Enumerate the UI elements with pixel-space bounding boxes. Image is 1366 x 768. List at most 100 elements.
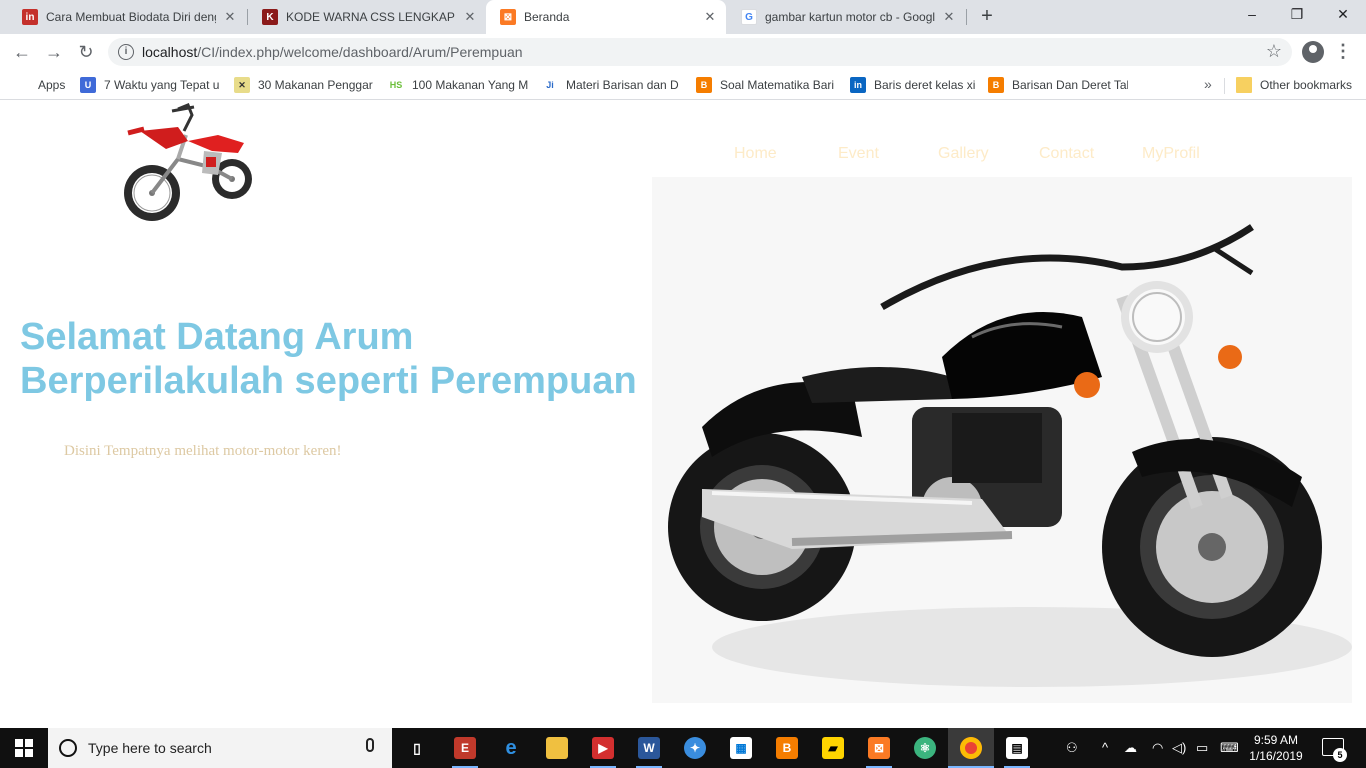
app-icon[interactable]: ✦ (682, 734, 708, 762)
apps-grid-icon (14, 78, 30, 92)
url-text[interactable]: localhost/CI/index.php/welcome/dashboard… (142, 44, 523, 60)
bookmark-label: Materi Barisan dan D (566, 78, 679, 92)
hero-line-2: Berperilakulah seperti Perempuan (20, 360, 637, 402)
tab-title: gambar kartun motor cb - Googl (765, 10, 935, 24)
forward-icon[interactable]: → (42, 40, 66, 64)
bookmark-item[interactable]: Ji Materi Barisan dan D (542, 76, 682, 94)
file-explorer-icon[interactable] (544, 734, 570, 762)
windows-logo-icon (15, 739, 33, 757)
site-icon: K (262, 9, 278, 25)
tab-title: Cara Membuat Biodata Diri deng (46, 10, 216, 24)
people-icon[interactable]: ⚇ (1066, 740, 1078, 756)
cruiser-motorcycle-image (652, 177, 1352, 703)
blogger-icon: B (696, 77, 712, 93)
blogger-icon[interactable]: B (774, 734, 800, 762)
xampp-icon[interactable]: ⊠ (866, 734, 892, 762)
dirt-bike-logo (124, 103, 252, 221)
edge-icon[interactable]: e (498, 734, 524, 762)
tab-title: Beranda (524, 10, 570, 24)
close-tab-icon[interactable]: ✕ (462, 9, 478, 25)
clock-time: 9:59 AM (1253, 733, 1299, 747)
close-window-button[interactable]: ✕ (1320, 0, 1366, 30)
more-bookmarks-icon[interactable]: » (1204, 76, 1212, 92)
nav-home[interactable]: Home (734, 145, 777, 163)
windows-start-button[interactable] (0, 728, 48, 768)
nav-event[interactable]: Event (838, 145, 879, 163)
back-icon[interactable]: ← (10, 40, 34, 64)
bookmark-item[interactable]: HS 100 Makanan Yang M (388, 76, 528, 94)
restore-button[interactable]: ❐ (1274, 0, 1320, 30)
new-tab-button[interactable]: + (976, 5, 998, 29)
chrome-icon[interactable] (958, 734, 984, 762)
profile-avatar-icon[interactable] (1302, 41, 1324, 63)
search-placeholder: Type here to search (88, 740, 212, 756)
bookmark-icon: Ji (542, 77, 558, 93)
keyboard-icon[interactable]: ⌨ (1220, 740, 1239, 756)
bookmark-item[interactable]: B Barisan Dan Deret Tal (988, 76, 1128, 94)
microphone-icon[interactable] (366, 738, 374, 752)
browser-tab[interactable]: K KODE WARNA CSS LENGKAP - Di ✕ (248, 0, 486, 34)
bookmark-label: 100 Makanan Yang M (412, 78, 528, 92)
bookmark-icon: ✕ (234, 77, 250, 93)
battery-icon[interactable]: ▭ (1196, 740, 1208, 756)
bookmark-apps[interactable]: Apps (14, 76, 74, 94)
browser-tab[interactable]: in Cara Membuat Biodata Diri deng ✕ (8, 0, 246, 34)
hero-line-1: Selamat Datang Arum (20, 316, 414, 358)
show-hidden-icons-icon[interactable]: ^ (1102, 740, 1108, 755)
taskbar-search-box[interactable]: Type here to search (48, 728, 392, 768)
bookmark-label: Baris deret kelas xi (874, 78, 976, 92)
other-bookmarks[interactable]: Other bookmarks (1236, 76, 1360, 94)
folder-icon (1236, 77, 1252, 93)
cortana-icon (59, 739, 77, 757)
bookmark-item[interactable]: U 7 Waktu yang Tepat u (80, 76, 220, 94)
bookmark-icon: HS (388, 77, 404, 93)
browser-tab-active[interactable]: ⊠ Beranda ✕ (486, 0, 726, 34)
bookmark-item[interactable]: B Soal Matematika Bari (696, 76, 836, 94)
onedrive-icon[interactable]: ☁ (1124, 740, 1137, 756)
windows-taskbar: Type here to search ▯ E e ▶ W ✦ ▦ B ▰ ⊠ … (0, 728, 1366, 768)
tagline: Disini Tempatnya melihat motor-motor ker… (64, 443, 342, 459)
nav-myprofil[interactable]: MyProfil (1142, 145, 1200, 163)
store-icon[interactable]: ▦ (728, 734, 754, 762)
nav-contact[interactable]: Contact (1039, 145, 1094, 163)
close-tab-icon[interactable]: ✕ (222, 9, 238, 25)
tab-strip: in Cara Membuat Biodata Diri deng ✕ K KO… (0, 0, 1366, 34)
media-app-icon[interactable]: ▶ (590, 734, 616, 762)
atom-icon[interactable]: ⚛ (912, 734, 938, 762)
address-bar[interactable]: i localhost/CI/index.php/welcome/dashboa… (108, 38, 1292, 66)
url-path: /CI/index.php/welcome/dashboard/Arum/Per… (197, 44, 523, 60)
browser-menu-icon[interactable]: ⋮ (1334, 40, 1352, 64)
bookmark-label: Barisan Dan Deret Tal (1012, 78, 1128, 92)
bookmark-item[interactable]: ✕ 30 Makanan Penggar (234, 76, 374, 94)
video-app-icon[interactable]: ▤ (1004, 734, 1030, 762)
clock-date: 1/16/2019 (1249, 749, 1303, 763)
reload-icon[interactable]: ↻ (74, 40, 98, 64)
volume-icon[interactable]: ◁) (1172, 740, 1186, 756)
sticky-notes-icon[interactable]: ▰ (820, 734, 846, 762)
linkedin-icon: in (22, 9, 38, 25)
browser-tab[interactable]: G gambar kartun motor cb - Googl ✕ (727, 0, 965, 34)
word-icon[interactable]: W (636, 734, 662, 762)
minimize-button[interactable]: – (1229, 0, 1275, 30)
linkedin-icon: in (850, 77, 866, 93)
task-view-icon[interactable]: ▯ (404, 734, 430, 762)
close-tab-icon[interactable]: ✕ (702, 9, 718, 25)
bookmark-label: 30 Makanan Penggar (258, 78, 373, 92)
app-icon[interactable]: E (452, 734, 478, 762)
web-page: Home Event Gallery Contact MyProfil Sela… (0, 101, 1366, 727)
taskbar-clock[interactable]: 9:59 AM 1/16/2019 (1244, 732, 1308, 764)
bookmark-item[interactable]: in Baris deret kelas xi (850, 76, 980, 94)
hero-heading: Selamat Datang Arum Berperilakulah seper… (20, 315, 637, 403)
nav-gallery[interactable]: Gallery (938, 145, 989, 163)
wifi-icon[interactable]: ◠ (1152, 740, 1163, 756)
close-tab-icon[interactable]: ✕ (941, 9, 957, 25)
bookmark-star-icon[interactable]: ☆ (1266, 41, 1282, 62)
other-bookmarks-label: Other bookmarks (1260, 78, 1353, 92)
browser-toolbar: ← → ↻ i localhost/CI/index.php/welcome/d… (0, 34, 1366, 70)
notification-badge: 5 (1333, 748, 1347, 762)
info-icon[interactable]: i (118, 44, 134, 60)
xampp-icon: ⊠ (500, 9, 516, 25)
bookmarks-bar: Apps U 7 Waktu yang Tepat u ✕ 30 Makanan… (0, 70, 1366, 100)
tab-title: KODE WARNA CSS LENGKAP - Di (286, 10, 456, 24)
bookmarks-divider (1224, 78, 1225, 94)
